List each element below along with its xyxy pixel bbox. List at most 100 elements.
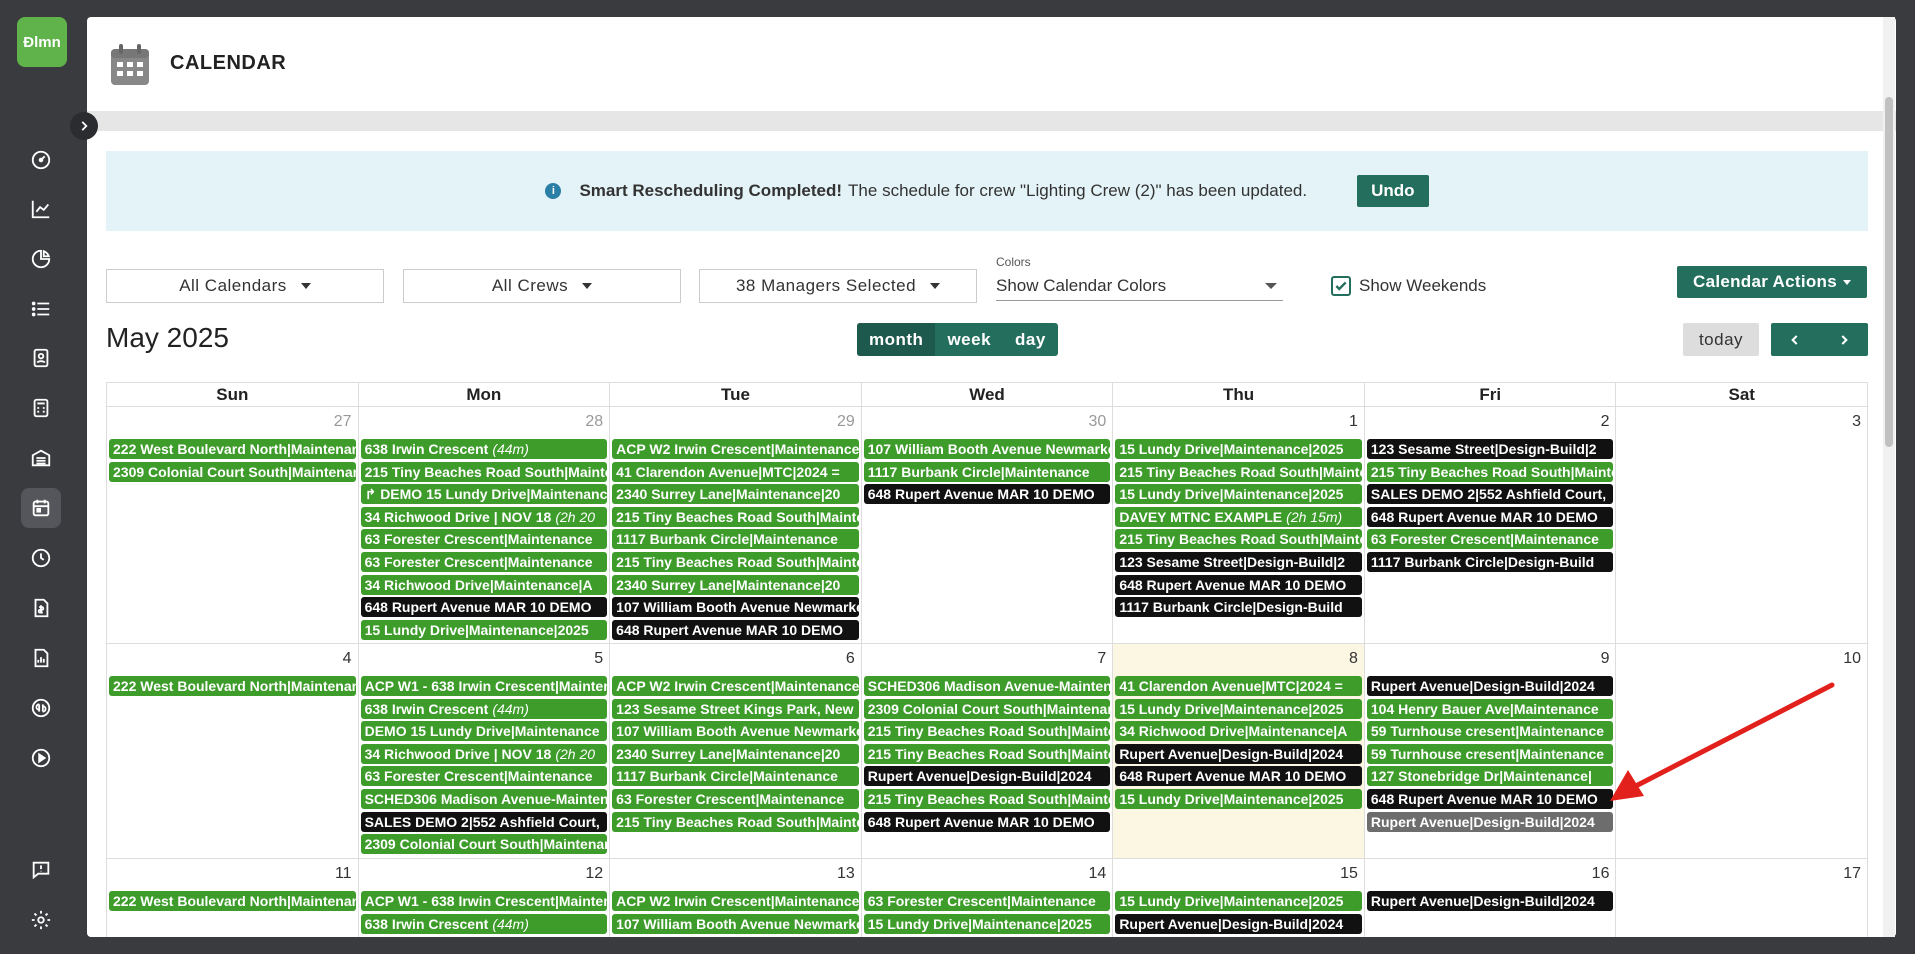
calendar-event[interactable]: 123 Sesame Street Kings Park, New [612, 698, 859, 719]
day-number[interactable]: 6 [846, 650, 855, 668]
calendar-event[interactable]: 215 Tiny Beaches Road South|Maintenance [1366, 461, 1614, 482]
day-cell[interactable]: 5 ACP W1 - 638 Irwin Crescent|Maintenance… [359, 644, 611, 858]
day-number[interactable]: 1 [1349, 413, 1358, 431]
day-cell[interactable]: 16 Rupert Avenue|Design-Build|2024 [1365, 859, 1617, 937]
day-number[interactable]: 13 [837, 865, 855, 883]
calendar-event[interactable]: 15 Lundy Drive|Maintenance|2025 [1115, 439, 1362, 459]
calendar-event[interactable]: 1117 Burbank Circle|Design-Build [1115, 597, 1362, 618]
calendar-event[interactable]: 63 Forester Crescent|Maintenance [863, 891, 1111, 911]
calendar-event[interactable]: 107 William Booth Avenue Newmarket [863, 439, 1111, 459]
day-cell[interactable]: 29 ACP W2 Irwin Crescent|Maintenance 41 Cl… [610, 407, 862, 643]
calendar-event[interactable]: 222 West Boulevard North|Maintenance [109, 439, 356, 459]
calendar-event[interactable]: 648 Rupert Avenue MAR 10 DEMO [863, 484, 1111, 505]
day-number[interactable]: 16 [1592, 865, 1610, 883]
calendar-icon[interactable] [21, 488, 61, 528]
calendar-event[interactable]: 15 Lundy Drive|Maintenance|2025 [863, 913, 1111, 934]
pie-chart-icon[interactable] [21, 239, 61, 279]
calendar-event[interactable]: 2309 Colonial Court South|Maintenance [863, 698, 1111, 719]
day-number[interactable]: 14 [1089, 865, 1107, 883]
calendar-event[interactable]: 648 Rupert Avenue MAR 10 DEMO [1115, 574, 1362, 595]
calendar-event[interactable]: 215 Tiny Beaches Road South|Maintenance [863, 743, 1111, 764]
calendar-event[interactable]: 648 Rupert Avenue MAR 10 DEMO [1366, 788, 1614, 809]
calendar-event[interactable]: 2309 Colonial Court South|Maintenance [360, 834, 608, 855]
calendar-event[interactable]: 215 Tiny Beaches Road South|Maintenance [612, 811, 859, 832]
app-logo[interactable]: Ðlmn [17, 17, 67, 67]
day-cell[interactable]: 13 ACP W2 Irwin Crescent|Maintenance 107 W… [610, 859, 862, 937]
calendar-event[interactable]: 15 Lundy Drive|Maintenance|2025 [360, 619, 608, 640]
calendar-event[interactable]: 215 Tiny Beaches Road South|Maintenance [863, 721, 1111, 742]
today-button[interactable]: today [1683, 323, 1759, 356]
calendar-event[interactable]: 648 Rupert Avenue MAR 10 DEMO [863, 811, 1111, 832]
day-number[interactable]: 15 [1340, 865, 1358, 883]
calendar-event[interactable]: ACP W1 - 638 Irwin Crescent|Maintenance [360, 676, 608, 696]
calendar-event[interactable]: 15 Lundy Drive|Maintenance|2025 [1115, 788, 1362, 809]
day-number[interactable]: 12 [585, 865, 603, 883]
calendar-event[interactable]: 63 Forester Crescent|Maintenance [360, 551, 608, 572]
calendar-event[interactable]: 1117 Burbank Circle|Maintenance [612, 529, 859, 550]
feedback-icon[interactable] [21, 850, 61, 890]
calendar-event[interactable]: 215 Tiny Beaches Road South|Maintenance [1115, 529, 1362, 550]
calendar-event[interactable]: SCHED306 Madison Avenue-Maintenance [863, 676, 1111, 696]
calendar-event[interactable]: 63 Forester Crescent|Maintenance [612, 788, 859, 809]
calendar-event[interactable]: 1117 Burbank Circle|Maintenance [612, 766, 859, 787]
show-weekends-checkbox[interactable] [1331, 276, 1351, 296]
calendar-event[interactable]: 648 Rupert Avenue MAR 10 DEMO [1366, 506, 1614, 527]
calendar-event[interactable]: 638 Irwin Crescent (44m) [360, 698, 608, 719]
calendar-event[interactable]: 34 Richwood Drive | NOV 18 (2h 20 [360, 743, 608, 764]
day-cell[interactable]: 3 [1616, 407, 1867, 643]
undo-button[interactable]: Undo [1357, 175, 1429, 207]
calendar-event[interactable]: ↱ DEMO 15 Lundy Drive|Maintenance [360, 484, 608, 505]
calendar-event[interactable]: 215 Tiny Beaches Road South|Maintenance [360, 461, 608, 482]
calendar-event[interactable]: 648 Rupert Avenue MAR 10 DEMO [360, 597, 608, 618]
calendar-event[interactable]: Rupert Avenue|Design-Build|2024 [1115, 743, 1362, 764]
calendar-event[interactable]: 1117 Burbank Circle|Design-Build [1366, 551, 1614, 572]
day-number[interactable]: 8 [1349, 650, 1358, 668]
quickbooks-icon[interactable] [21, 688, 61, 728]
calendar-event[interactable]: 648 Rupert Avenue MAR 10 DEMO [1115, 766, 1362, 787]
view-month-button[interactable]: month [857, 323, 936, 356]
dashboard-icon[interactable] [21, 140, 61, 180]
calendar-event[interactable]: 63 Forester Crescent|Maintenance [360, 766, 608, 787]
day-cell[interactable]: 27 222 West Boulevard North|Maintenance 23… [107, 407, 359, 643]
day-number[interactable]: 3 [1852, 413, 1861, 431]
day-number[interactable]: 29 [837, 413, 855, 431]
next-button[interactable] [1820, 323, 1869, 356]
calendar-event[interactable]: 222 West Boulevard North|Maintenance [109, 676, 356, 696]
calendar-event[interactable]: ACP W2 Irwin Crescent|Maintenance [612, 439, 859, 459]
calculator-icon[interactable] [21, 388, 61, 428]
calendar-event[interactable]: 63 Forester Crescent|Maintenance [360, 529, 608, 550]
day-number[interactable]: 17 [1843, 865, 1861, 883]
day-number[interactable]: 27 [334, 413, 352, 431]
show-weekends-toggle[interactable]: Show Weekends [1331, 276, 1486, 296]
calendar-event[interactable]: 15 Lundy Drive|Maintenance|2025 [1115, 698, 1362, 719]
day-cell[interactable]: 4 222 West Boulevard North|Maintenance [107, 644, 359, 858]
warehouse-icon[interactable] [21, 438, 61, 478]
day-number[interactable]: 2 [1601, 413, 1610, 431]
calendar-event[interactable]: 215 Tiny Beaches Road South|Maintenance [1115, 461, 1362, 482]
play-icon[interactable] [21, 738, 61, 778]
day-number[interactable]: 9 [1601, 650, 1610, 668]
calendar-event[interactable]: 2340 Surrey Lane|Maintenance|20 [612, 743, 859, 764]
calendars-dropdown[interactable]: All Calendars [106, 269, 384, 303]
calendar-event[interactable]: 638 Irwin Crescent (44m) [360, 913, 608, 934]
prev-button[interactable] [1771, 323, 1820, 356]
contact-card-icon[interactable] [21, 338, 61, 378]
day-cell[interactable]: 12 ACP W1 - 638 Irwin Crescent|Maintenanc… [359, 859, 611, 937]
calendar-event[interactable]: SALES DEMO 2|552 Ashfield Court, [1366, 484, 1614, 505]
calendar-event[interactable]: Rupert Avenue|Design-Build|2024 [1366, 811, 1614, 832]
day-number[interactable]: 30 [1089, 413, 1107, 431]
day-number[interactable]: 28 [585, 413, 603, 431]
day-cell[interactable]: 28 638 Irwin Crescent (44m) 215 Tiny Beache… [359, 407, 611, 643]
day-number[interactable]: 10 [1843, 650, 1861, 668]
list-icon[interactable] [21, 289, 61, 329]
calendar-event[interactable]: DEMO 15 Lundy Drive|Maintenance [360, 721, 608, 742]
calendar-event[interactable]: 63 Forester Crescent|Maintenance [1366, 529, 1614, 550]
calendar-event[interactable]: 222 West Boulevard North|Maintenance [109, 891, 356, 911]
calendar-event[interactable]: 2309 Colonial Court South|Maintenance [109, 461, 356, 482]
calendar-event[interactable]: Rupert Avenue|Design-Build|2024 [863, 766, 1111, 787]
calendar-event[interactable]: Rupert Avenue|Design-Build|2024 [1366, 676, 1614, 696]
scrollbar-thumb[interactable] [1885, 97, 1893, 447]
calendar-event[interactable]: DAVEY MTNC EXAMPLE (2h 15m) [1115, 506, 1362, 527]
day-number[interactable]: 11 [335, 865, 352, 883]
calendar-event[interactable]: 104 Henry Bauer Ave|Maintenance [1366, 698, 1614, 719]
